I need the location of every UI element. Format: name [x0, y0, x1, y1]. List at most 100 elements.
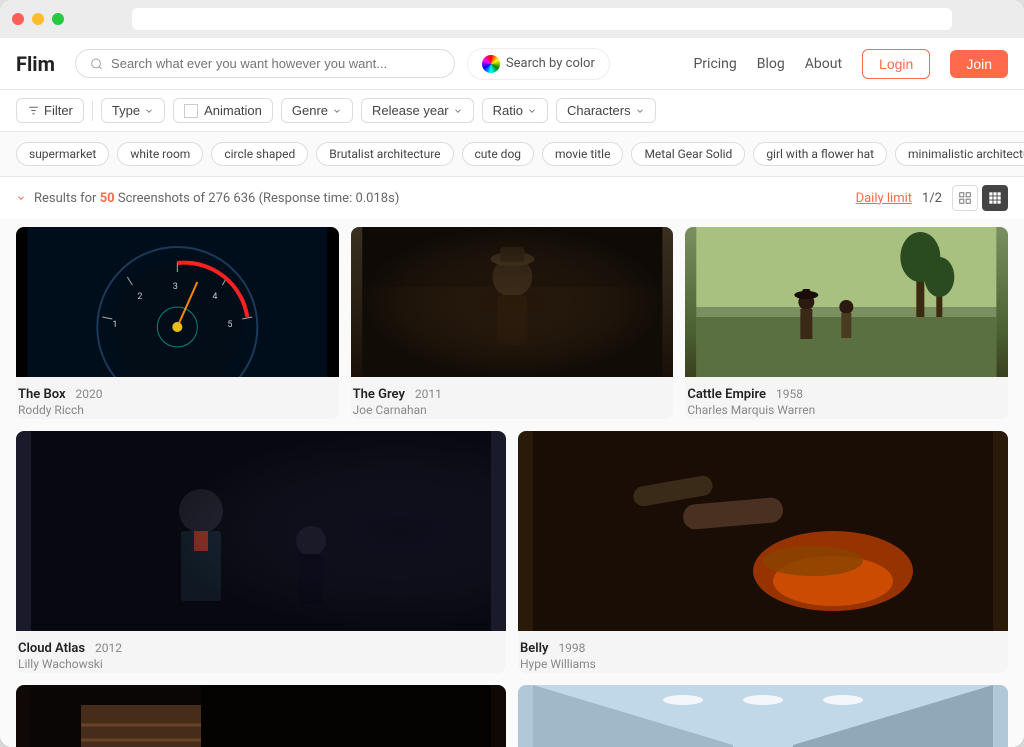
- about-link[interactable]: About: [805, 56, 842, 72]
- cloud-atlas-svg: [16, 431, 506, 631]
- view-toggle: [952, 185, 1008, 211]
- animation-checkbox[interactable]: [184, 104, 198, 118]
- daily-limit-label[interactable]: Daily limit: [856, 191, 912, 206]
- release-dropdown[interactable]: Release year: [361, 98, 474, 123]
- type-dropdown[interactable]: Type: [101, 98, 165, 123]
- chevron-down-icon-3: [453, 106, 463, 116]
- movie-info-the-box: The Box 2020 Roddy Ricch: [16, 377, 339, 419]
- movie-thumbnail-promising: [518, 685, 1008, 747]
- blog-link[interactable]: Blog: [757, 56, 785, 72]
- titlebar: [0, 0, 1024, 38]
- nav-links: Pricing Blog About Login Join: [693, 49, 1008, 79]
- movie-card-the-box[interactable]: 3 4 5 2 1: [16, 227, 339, 419]
- movie-card-belly[interactable]: Belly 1998 Hype Williams: [518, 431, 1008, 673]
- chevron-down-icon-5: [635, 106, 645, 116]
- chevron-down-icon: [144, 106, 154, 116]
- results-text: Results for 50 Screenshots of 276 636 (R…: [34, 191, 399, 206]
- genre-dropdown[interactable]: Genre: [281, 98, 353, 123]
- characters-label: Characters: [567, 103, 631, 118]
- type-label: Type: [112, 103, 140, 118]
- chip-7[interactable]: girl with a flower hat: [753, 142, 887, 166]
- results-prefix: Results for: [34, 191, 96, 206]
- movie-info-belly: Belly 1998 Hype Williams: [518, 631, 1008, 673]
- list-icon: [988, 191, 1002, 205]
- release-label: Release year: [372, 103, 449, 118]
- filter-divider-1: [92, 101, 93, 121]
- movie-title: Belly: [520, 641, 548, 656]
- url-bar[interactable]: [132, 8, 952, 30]
- characters-dropdown[interactable]: Characters: [556, 98, 656, 123]
- movie-year: 2020: [76, 387, 103, 401]
- promising-svg: [518, 685, 1008, 747]
- movie-card-promising[interactable]: Promising Young Woman 2020 Emerald Fenne…: [518, 685, 1008, 747]
- minimize-dot[interactable]: [32, 13, 44, 25]
- movie-director: Hype Williams: [520, 657, 1006, 671]
- chip-5[interactable]: movie title: [542, 142, 623, 166]
- login-button[interactable]: Login: [862, 49, 930, 79]
- svg-text:1: 1: [112, 320, 117, 330]
- join-button[interactable]: Join: [950, 50, 1008, 78]
- grid-view-btn[interactable]: [952, 185, 978, 211]
- movie-director: Charles Marquis Warren: [687, 403, 1006, 417]
- app-window: Flim Search by color Pricing Blog About …: [0, 0, 1024, 747]
- logo: Flim: [16, 52, 55, 76]
- daily-limit-pages: 1/2: [922, 191, 942, 206]
- chip-4[interactable]: cute dog: [462, 142, 535, 166]
- animation-filter[interactable]: Animation: [173, 98, 273, 123]
- chip-8[interactable]: minimalistic architecture: [895, 142, 1024, 166]
- chevron-down-icon-2: [332, 106, 342, 116]
- pricing-link[interactable]: Pricing: [693, 56, 736, 72]
- response-unit: s: [388, 191, 395, 206]
- movie-director: Joe Carnahan: [353, 403, 672, 417]
- navbar: Flim Search by color Pricing Blog About …: [0, 38, 1024, 90]
- chip-0[interactable]: supermarket: [16, 142, 109, 166]
- search-icon: [90, 57, 103, 71]
- movie-thumbnail-the-box: 3 4 5 2 1: [16, 227, 339, 377]
- movie-card-the-grey[interactable]: The Grey 2011 Joe Carnahan: [351, 227, 674, 419]
- chip-6[interactable]: Metal Gear Solid: [631, 142, 745, 166]
- movie-info-cattle-empire: Cattle Empire 1958 Charles Marquis Warre…: [685, 377, 1008, 419]
- filter-button[interactable]: Filter: [16, 98, 84, 123]
- movie-card-cattle-empire[interactable]: Cattle Empire 1958 Charles Marquis Warre…: [685, 227, 1008, 419]
- movie-title: The Box: [18, 387, 66, 402]
- svg-text:3: 3: [173, 282, 178, 292]
- close-dot[interactable]: [12, 13, 24, 25]
- movie-year: 1998: [558, 641, 585, 655]
- movie-year: 2011: [415, 387, 442, 401]
- chevron-down-icon-4: [527, 106, 537, 116]
- search-input[interactable]: [111, 56, 440, 71]
- color-search-label: Search by color: [506, 56, 595, 71]
- chip-2[interactable]: circle shaped: [211, 142, 308, 166]
- caret-down-icon: [16, 193, 26, 203]
- movie-thumbnail-cloud-atlas: [16, 431, 506, 631]
- color-search-btn[interactable]: Search by color: [467, 48, 610, 80]
- movie-row-2: Cloud Atlas 2012 Lilly Wachowski: [16, 431, 1008, 673]
- chip-3[interactable]: Brutalist architecture: [316, 142, 453, 166]
- movie-thumbnail-the-grey: [351, 227, 674, 377]
- results-bar: Results for 50 Screenshots of 276 636 (R…: [0, 177, 1024, 219]
- list-view-btn[interactable]: [982, 185, 1008, 211]
- animation-label: Animation: [204, 103, 262, 118]
- content-area: 3 4 5 2 1: [0, 219, 1024, 747]
- search-bar[interactable]: [75, 49, 455, 78]
- maximize-dot[interactable]: [52, 13, 64, 25]
- movie-card-cloud-atlas[interactable]: Cloud Atlas 2012 Lilly Wachowski: [16, 431, 506, 673]
- movie-title: Cattle Empire: [687, 387, 766, 402]
- daily-limit: Daily limit 1/2: [856, 185, 1008, 211]
- results-count: 50: [100, 191, 115, 206]
- movie-thumbnail-cattle-empire: [685, 227, 1008, 377]
- ratio-label: Ratio: [493, 103, 523, 118]
- movie-card-seventh-sign[interactable]: The Seventh Sign 1988 Carl Schultz: [16, 685, 506, 747]
- ratio-dropdown[interactable]: Ratio: [482, 98, 548, 123]
- speedometer-svg: 3 4 5 2 1: [16, 227, 339, 377]
- movie-thumbnail-seventh-sign: [16, 685, 506, 747]
- response-time: 0.018: [355, 191, 388, 206]
- movie-row-3: The Seventh Sign 1988 Carl Schultz: [16, 685, 1008, 747]
- movie-director: Roddy Ricch: [18, 403, 337, 417]
- movie-director: Lilly Wachowski: [18, 657, 504, 671]
- movie-info-cloud-atlas: Cloud Atlas 2012 Lilly Wachowski: [16, 631, 506, 673]
- chip-1[interactable]: white room: [117, 142, 203, 166]
- movie-title: The Grey: [353, 387, 405, 402]
- results-total: 276 636: [208, 191, 255, 206]
- svg-text:2: 2: [137, 292, 142, 302]
